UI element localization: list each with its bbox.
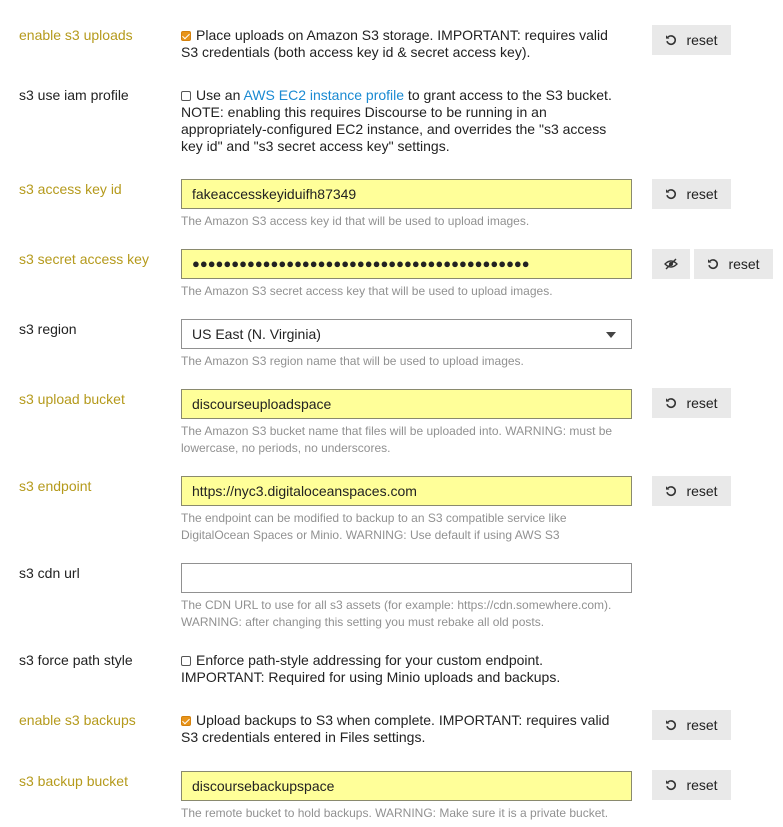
s3-endpoint-input[interactable]: https://nyc3.digitaloceanspaces.com [181, 476, 632, 506]
setting-description: The Amazon S3 secret access key that wil… [181, 284, 553, 298]
reset-button[interactable]: reset [652, 25, 731, 55]
s3-region-selected-value: US East (N. Virginia) [192, 326, 321, 342]
field: discourseuploadspace The Amazon S3 bucke… [181, 389, 632, 457]
field: ●●●●●●●●●●●●●●●●●●●●●●●●●●●●●●●●●●●●●●●●… [181, 249, 632, 300]
caret-down-icon [606, 332, 616, 338]
setting-label: enable s3 uploads [19, 27, 133, 43]
checkbox-unchecked-icon[interactable] [181, 91, 191, 101]
setting-label: s3 endpoint [19, 478, 92, 494]
s3-cdn-url-input[interactable] [181, 563, 632, 593]
reset-button[interactable]: reset [652, 710, 731, 740]
checkbox-checked-icon[interactable] [181, 716, 191, 726]
reset-button[interactable]: reset [694, 249, 773, 279]
field: https://nyc3.digitaloceanspaces.com The … [181, 476, 632, 544]
setting-description: The endpoint can be modified to backup t… [181, 511, 567, 542]
field: fakeaccesskeyiduifh87349 The Amazon S3 a… [181, 179, 632, 230]
checkbox-description: Enforce path-style addressing for your c… [181, 652, 561, 685]
setting-description: The CDN URL to use for all s3 assets (fo… [181, 598, 612, 629]
checkbox-description: Place uploads on Amazon S3 storage. IMPO… [181, 27, 608, 60]
toggle-visibility-button[interactable] [652, 249, 690, 279]
field: discoursebackupspace The remote bucket t… [181, 771, 632, 822]
setting-label: s3 upload bucket [19, 391, 125, 407]
enable-s3-backups-checkbox-line[interactable]: Upload backups to S3 when complete. IMPO… [181, 712, 621, 746]
setting-label: s3 use iam profile [19, 87, 129, 103]
field: The CDN URL to use for all s3 assets (fo… [181, 563, 632, 631]
reset-button[interactable]: reset [652, 179, 731, 209]
setting-description: The remote bucket to hold backups. WARNI… [181, 806, 609, 820]
eye-slash-icon [664, 258, 678, 270]
reset-button[interactable]: reset [652, 388, 731, 418]
undo-icon [666, 720, 677, 731]
setting-description: The Amazon S3 region name that will be u… [181, 354, 524, 368]
reset-button[interactable]: reset [652, 476, 731, 506]
s3-use-iam-profile-checkbox-line[interactable]: Use an AWS EC2 instance profile to grant… [181, 87, 621, 155]
s3-backup-bucket-input[interactable]: discoursebackupspace [181, 771, 632, 801]
s3-secret-access-key-input[interactable]: ●●●●●●●●●●●●●●●●●●●●●●●●●●●●●●●●●●●●●●●●… [181, 249, 632, 279]
setting-description: The Amazon S3 bucket name that files wil… [181, 424, 613, 455]
enable-s3-uploads-checkbox-line[interactable]: Place uploads on Amazon S3 storage. IMPO… [181, 27, 621, 61]
setting-label: s3 backup bucket [19, 773, 128, 789]
s3-upload-bucket-input[interactable]: discourseuploadspace [181, 389, 632, 419]
s3-region-select[interactable]: US East (N. Virginia) [181, 319, 632, 349]
checkbox-checked-icon[interactable] [181, 31, 191, 41]
undo-icon [666, 189, 677, 200]
s3-access-key-id-input[interactable]: fakeaccesskeyiduifh87349 [181, 179, 632, 209]
checkbox-unchecked-icon[interactable] [181, 656, 191, 666]
reset-button[interactable]: reset [652, 770, 731, 800]
s3-force-path-style-checkbox-line[interactable]: Enforce path-style addressing for your c… [181, 652, 621, 686]
undo-icon [666, 486, 677, 497]
setting-label: s3 force path style [19, 652, 133, 668]
setting-description: The Amazon S3 access key id that will be… [181, 214, 530, 228]
setting-label: enable s3 backups [19, 712, 136, 728]
aws-ec2-instance-profile-link[interactable]: AWS EC2 instance profile [243, 87, 404, 103]
undo-icon [708, 259, 719, 270]
checkbox-description: Upload backups to S3 when complete. IMPO… [181, 712, 610, 745]
setting-label: s3 cdn url [19, 565, 80, 581]
setting-label: s3 region [19, 321, 77, 337]
undo-icon [666, 780, 677, 791]
checkbox-description: Use an [196, 87, 244, 103]
field: US East (N. Virginia) The Amazon S3 regi… [181, 319, 632, 370]
undo-icon [666, 398, 677, 409]
undo-icon [666, 35, 677, 46]
setting-label: s3 secret access key [19, 251, 149, 267]
setting-label: s3 access key id [19, 181, 122, 197]
